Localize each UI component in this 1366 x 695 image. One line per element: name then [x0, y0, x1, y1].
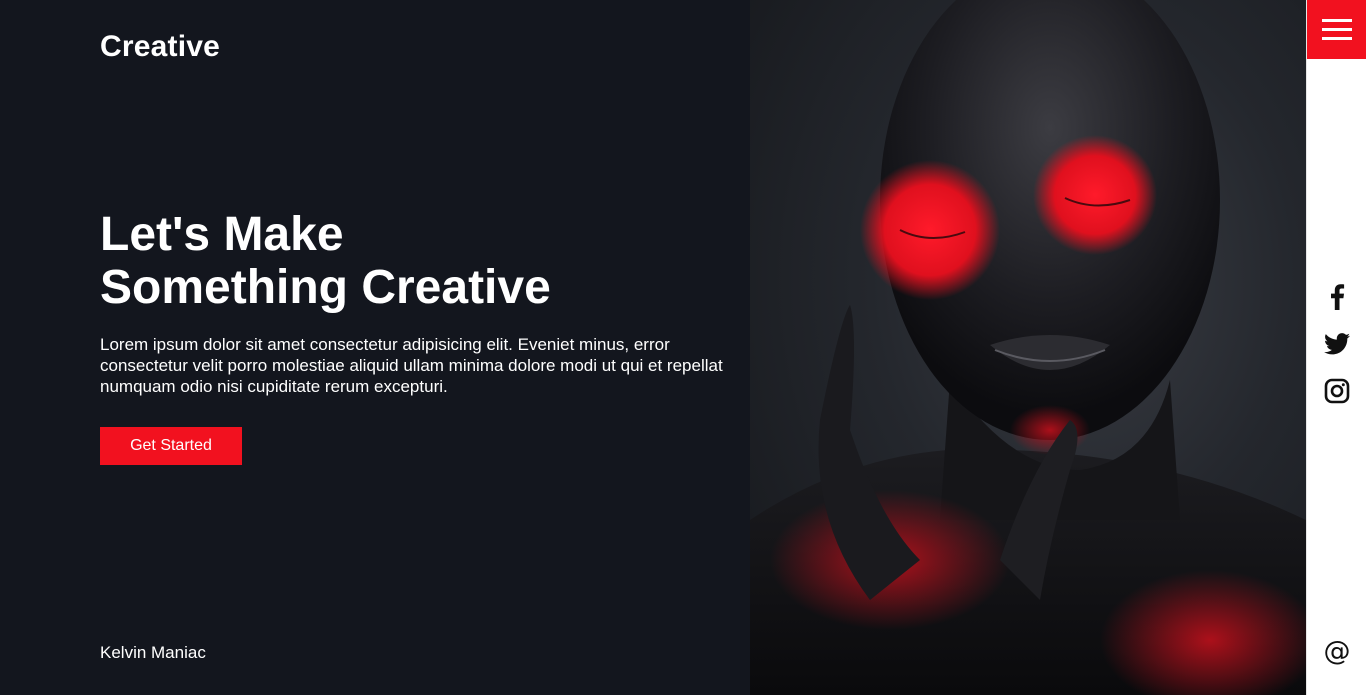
menu-line-bottom [1322, 37, 1352, 40]
author-name: Kelvin Maniac [100, 643, 206, 662]
twitter-icon[interactable] [1307, 329, 1366, 359]
site-logo[interactable]: Creative [100, 30, 220, 64]
get-started-button[interactable]: Get Started [100, 427, 242, 465]
right-sidebar: @ [1306, 0, 1366, 695]
hero-title: Let's Make Something Creative [100, 208, 740, 314]
hamburger-menu-icon[interactable] [1307, 0, 1366, 59]
hero-title-line-1: Let's Make [100, 208, 344, 261]
hero-description: Lorem ipsum dolor sit amet consectetur a… [100, 335, 723, 396]
facebook-icon[interactable] [1307, 282, 1366, 312]
instagram-icon[interactable] [1307, 376, 1366, 406]
menu-line-top [1322, 19, 1352, 22]
hero-section: Creative Let's Make Something Creative L… [0, 0, 750, 695]
portrait-image [750, 0, 1306, 695]
hero-title-line-2: Something Creative [100, 261, 551, 314]
at-sign-icon[interactable]: @ [1307, 636, 1366, 667]
menu-line-middle [1322, 28, 1352, 31]
